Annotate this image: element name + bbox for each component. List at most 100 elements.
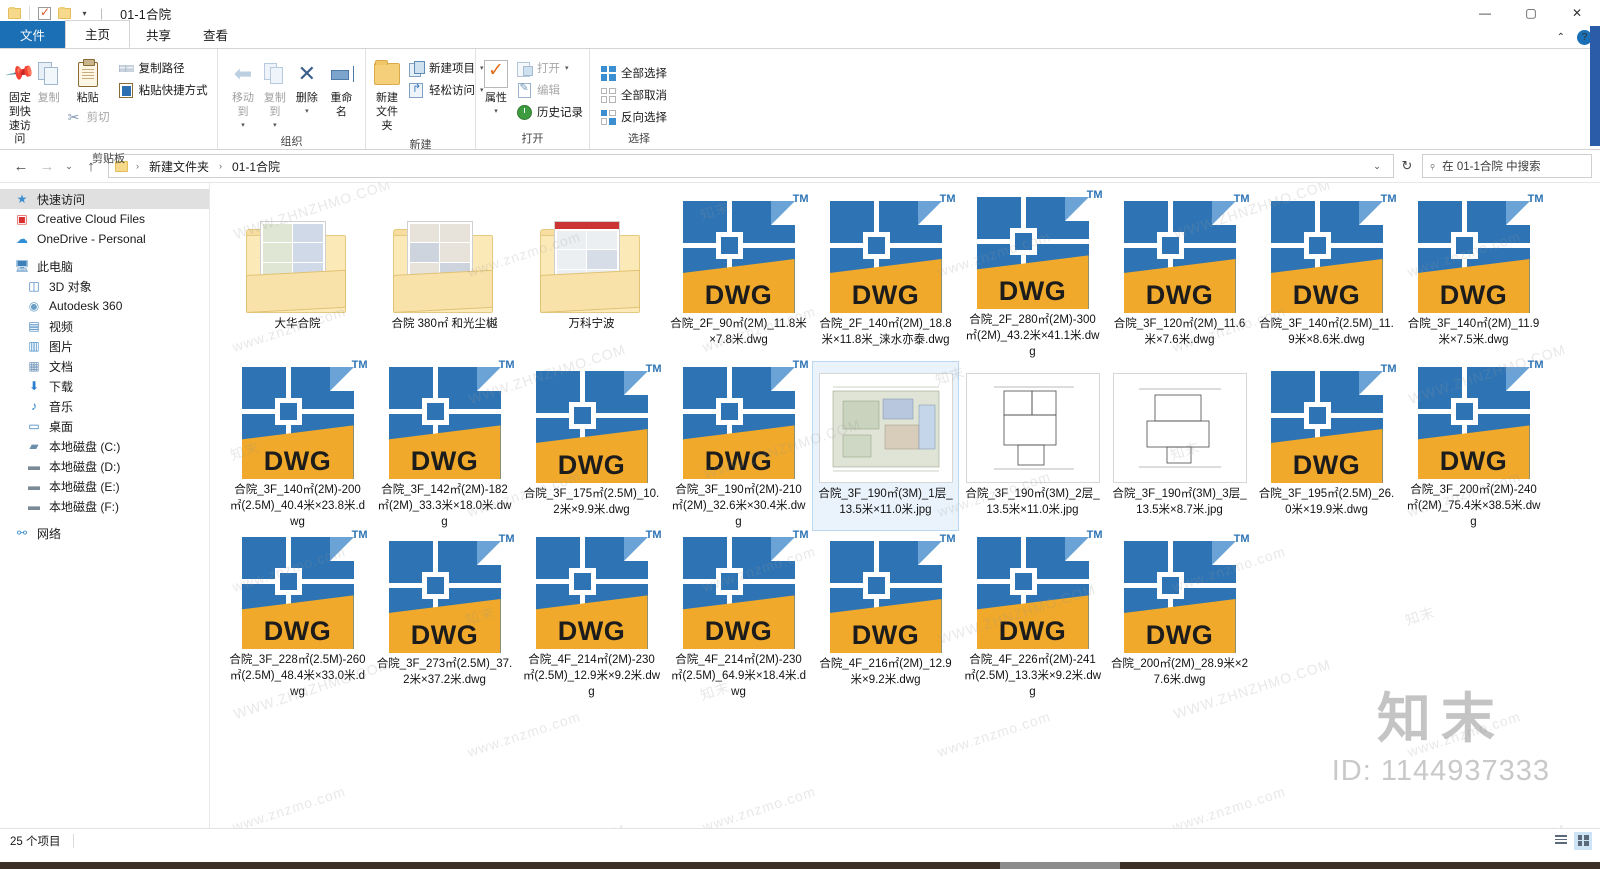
window-controls[interactable]: — ▢ ✕: [1462, 0, 1600, 26]
file-item[interactable]: DWG TM 合院_3F_190㎡(2M)-210㎡(2M)_32.6米×30.4米…: [665, 359, 812, 531]
chevron-up-icon[interactable]: ⌃: [1557, 32, 1565, 43]
dwg-file-icon: DWG TM: [829, 533, 956, 653]
sidebar-item-14[interactable]: ▬ 本地磁盘 (E:): [0, 476, 209, 496]
select-none-button[interactable]: 全部取消: [596, 85, 671, 105]
file-item[interactable]: DWG TM 合院_4F_214㎡(2M)-230㎡(2.5M)_12.9米×9.2…: [518, 529, 665, 701]
paste-button[interactable]: 粘贴 ✂ 剪切: [64, 55, 112, 129]
sidebar-item-10[interactable]: ♪ 音乐: [0, 396, 209, 416]
edit-button[interactable]: 编辑: [512, 80, 587, 100]
tab-view[interactable]: 查看: [187, 22, 244, 48]
tm-label: TM: [498, 533, 515, 545]
move-to-button[interactable]: ⬅ 移动到 ▾: [228, 55, 258, 133]
address-bar[interactable]: › 新建文件夹 › 01-1合院 ⌄: [108, 154, 1394, 178]
file-item[interactable]: DWG TM 合院_3F_195㎡(2.5M)_26.0米×19.9米.dwg: [1253, 361, 1400, 531]
sidebar-item-13[interactable]: ▬ 本地磁盘 (D:): [0, 456, 209, 476]
file-item[interactable]: 合院_3F_190㎡(3M)_3层_13.5米×8.7米.jpg: [1106, 361, 1253, 531]
file-item[interactable]: DWG TM 合院_4F_214㎡(2M)-230㎡(2.5M)_64.9米×18.…: [665, 529, 812, 701]
paste-shortcut-button[interactable]: 粘贴快捷方式: [114, 80, 212, 100]
pin-to-quick-access-button[interactable]: 📌 固定到快 速访问: [4, 55, 35, 150]
chevron-down-icon[interactable]: ▾: [76, 5, 93, 22]
folder-thumbnail: [539, 217, 644, 313]
copy-path-button[interactable]: ▤▤ 复制路径: [114, 58, 212, 78]
chevron-down-icon[interactable]: ▾: [494, 108, 498, 117]
tab-share[interactable]: 共享: [130, 22, 187, 48]
close-button[interactable]: ✕: [1554, 0, 1600, 26]
sidebar-item-16[interactable]: ⚯ 网络: [0, 523, 209, 543]
select-all-button[interactable]: 全部选择: [596, 63, 671, 83]
folder-item[interactable]: 合院 380㎡ 和光尘樾: [371, 191, 518, 361]
file-item[interactable]: DWG TM 合院_3F_273㎡(2.5M)_37.2米×37.2米.dwg: [371, 531, 518, 701]
copy-to-button[interactable]: 复制到 ▾: [260, 55, 290, 133]
sidebar-item-2[interactable]: ☁ OneDrive - Personal: [0, 229, 209, 249]
file-item[interactable]: DWG TM 合院_3F_140㎡(2.5M)_11.9米×8.6米.dwg: [1253, 191, 1400, 361]
tab-home[interactable]: 主页: [65, 20, 131, 48]
sidebar-item-3[interactable]: 🖥 此电脑: [0, 256, 209, 276]
button-label: 轻松访问: [429, 85, 475, 97]
file-item[interactable]: DWG TM 合院_3F_140㎡(2M)_11.9米×7.5米.dwg: [1400, 191, 1547, 361]
file-item[interactable]: DWG TM 合院_200㎡(2M)_28.9米×27.6米.dwg: [1106, 531, 1253, 701]
details-view-icon[interactable]: [1552, 832, 1570, 850]
cut-button[interactable]: ✂ 剪切: [66, 108, 110, 126]
open-button[interactable]: 打开 ▾: [512, 58, 587, 78]
sidebar-item-1[interactable]: ▣ Creative Cloud Files: [0, 209, 209, 229]
quick-access-toolbar[interactable]: ▾: [6, 5, 93, 22]
new-item-button[interactable]: 新建项目 ▾: [404, 58, 488, 78]
invert-selection-button[interactable]: 反向选择: [596, 107, 671, 127]
button-label: 新建 文件夹: [376, 92, 398, 132]
file-item[interactable]: 合院_3F_190㎡(3M)_1层_13.5米×11.0米.jpg: [812, 361, 959, 531]
sidebar-item-11[interactable]: ▭ 桌面: [0, 416, 209, 436]
tab-file[interactable]: 文件: [0, 21, 66, 48]
file-list-view[interactable]: 大华合院 合院 380㎡ 和光尘樾 万科宁波 DWG TM 合院_2F_90㎡(2M)_1…: [210, 183, 1600, 828]
chevron-down-icon[interactable]: ▾: [241, 122, 245, 131]
copy-button[interactable]: 复制: [36, 55, 62, 109]
sidebar-item-4[interactable]: ◫ 3D 对象: [0, 276, 209, 296]
navigation-pane[interactable]: ★ 快速访问 ▣ Creative Cloud Files ☁ OneDrive - Pe…: [0, 183, 210, 828]
file-item[interactable]: DWG TM 合院_3F_142㎡(2M)-182㎡(2M)_33.3米×18.0米…: [371, 359, 518, 531]
sidebar-item-5[interactable]: ◉ Autodesk 360: [0, 296, 209, 316]
minimize-button[interactable]: —: [1462, 0, 1508, 26]
chevron-down-icon[interactable]: ⌄: [1367, 161, 1387, 172]
sidebar-item-8[interactable]: ▦ 文档: [0, 356, 209, 376]
sidebar-item-12[interactable]: ▰ 本地磁盘 (C:): [0, 436, 209, 456]
file-item[interactable]: DWG TM 合院_4F_226㎡(2M)-241㎡(2.5M)_13.3米×9.2…: [959, 529, 1106, 701]
sidebar-item-6[interactable]: ▤ 视频: [0, 316, 209, 336]
delete-button[interactable]: ✕ 删除 ▾: [292, 55, 322, 120]
sidebar-item-7[interactable]: ▥ 图片: [0, 336, 209, 356]
refresh-button[interactable]: ↻: [1394, 154, 1420, 178]
ribbon-tabs[interactable]: 文件 主页 共享 查看 ⌃ ?: [0, 20, 1600, 48]
file-item[interactable]: 合院_3F_190㎡(3M)_2层_13.5米×11.0米.jpg: [959, 361, 1106, 531]
breadcrumb-item-1[interactable]: 01-1合院: [230, 158, 282, 175]
file-item[interactable]: DWG TM 合院_2F_140㎡(2M)_18.8米×11.8米_涞水亦泰.dwg: [812, 191, 959, 361]
sidebar-item-9[interactable]: ⬇ 下载: [0, 376, 209, 396]
system-drive-icon: ▰: [29, 439, 39, 453]
file-item[interactable]: DWG TM 合院_3F_120㎡(2M)_11.6米×7.6米.dwg: [1106, 191, 1253, 361]
file-item[interactable]: DWG TM 合院_3F_200㎡(2M)-240㎡(2M)_75.4米×38.5米…: [1400, 359, 1547, 531]
properties-button[interactable]: 属性 ▾: [482, 55, 510, 120]
history-button[interactable]: 历史记录: [512, 102, 587, 122]
file-item[interactable]: DWG TM 合院_3F_228㎡(2.5M)-260㎡(2.5M)_48.4米×3…: [224, 529, 371, 701]
item-name: 合院_3F_190㎡(3M)_2层_13.5米×11.0米.jpg: [965, 488, 1100, 516]
file-item[interactable]: DWG TM 合院_2F_90㎡(2M)_11.8米×7.8米.dwg: [665, 191, 812, 361]
chevron-down-icon[interactable]: ▾: [273, 122, 277, 131]
large-icons-view-icon[interactable]: [1574, 831, 1592, 850]
chevron-down-icon[interactable]: ▾: [305, 108, 309, 117]
folder-icon[interactable]: [56, 5, 73, 22]
folder-item[interactable]: 万科宁波: [518, 191, 665, 361]
search-input[interactable]: ⌕ 在 01-1合院 中搜索: [1422, 154, 1592, 178]
checkbox-icon[interactable]: [36, 5, 53, 22]
sidebar-item-0[interactable]: ★ 快速访问: [0, 189, 209, 209]
file-item[interactable]: DWG TM 合院_3F_175㎡(2.5M)_10.2米×9.9米.dwg: [518, 361, 665, 531]
file-item[interactable]: DWG TM 合院_3F_140㎡(2M)-200㎡(2.5M)_40.4米×23.…: [224, 359, 371, 531]
button-label: 粘贴快捷方式: [138, 85, 208, 97]
new-folder-button[interactable]: 新建 文件夹: [372, 55, 402, 136]
file-item[interactable]: DWG TM 合院_2F_280㎡(2M)-300㎡(2M)_43.2米×41.1米…: [959, 189, 1106, 361]
file-item[interactable]: DWG TM 合院_4F_216㎡(2M)_12.9米×9.2米.dwg: [812, 531, 959, 701]
easy-access-button[interactable]: 轻松访问 ▾: [404, 80, 488, 100]
folder-item[interactable]: 大华合院: [224, 191, 371, 361]
maximize-button[interactable]: ▢: [1508, 0, 1554, 26]
chevron-down-icon[interactable]: ▾: [565, 64, 569, 72]
view-toggle-group[interactable]: [1552, 831, 1592, 850]
sidebar-item-15[interactable]: ▬ 本地磁盘 (F:): [0, 496, 209, 516]
dwg-file-icon: DWG TM: [829, 193, 956, 313]
rename-button[interactable]: 重命名: [324, 55, 359, 123]
